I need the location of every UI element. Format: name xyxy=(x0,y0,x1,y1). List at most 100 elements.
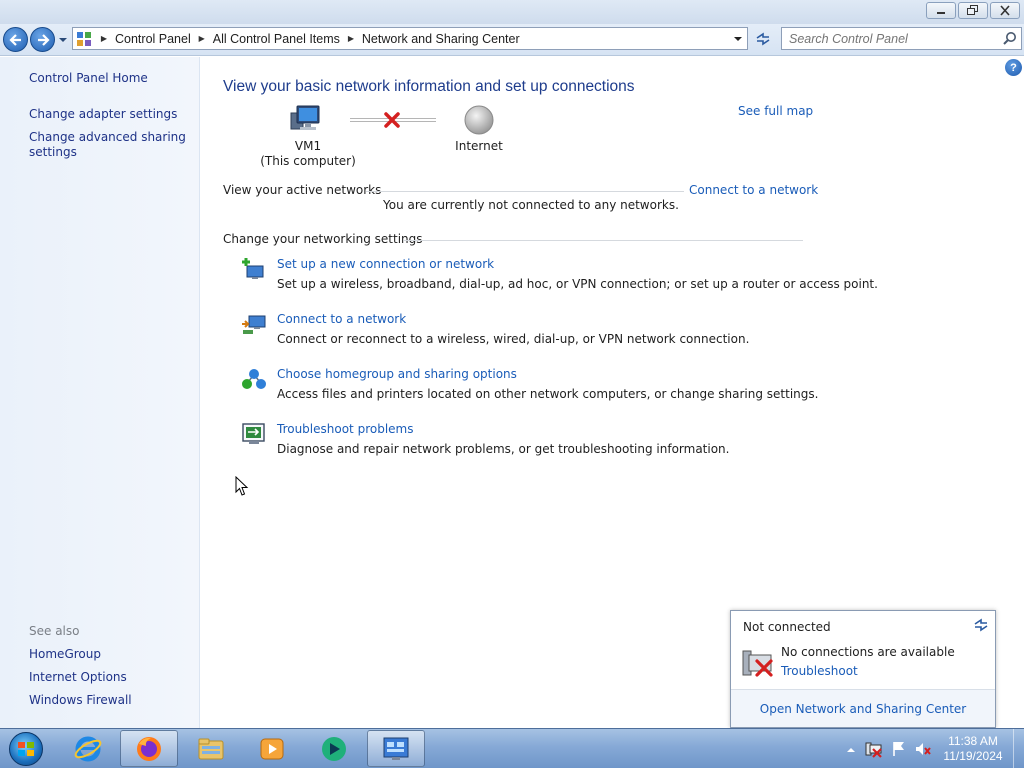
connect-to-network-link[interactable]: Connect to a network xyxy=(689,183,818,197)
help-button[interactable]: ? xyxy=(1005,59,1022,76)
title-bar xyxy=(0,0,1024,24)
refresh-icon xyxy=(756,32,769,46)
back-arrow-icon xyxy=(8,33,21,46)
homegroup-icon xyxy=(242,369,266,389)
internet-explorer-icon xyxy=(74,736,102,761)
computer-label: VM1 (This computer) xyxy=(258,139,358,169)
network-tray-icon[interactable] xyxy=(865,740,883,758)
connect-network-task-link[interactable]: Connect to a network xyxy=(277,312,406,326)
task-homegroup: Choose homegroup and sharing options Acc… xyxy=(241,367,841,407)
clock-time: 11:38 AM xyxy=(948,734,998,748)
chevron-up-icon xyxy=(847,748,855,752)
homegroup-sharing-description: Access files and printers located on oth… xyxy=(277,387,819,401)
task-troubleshoot: Troubleshoot problems Diagnose and repai… xyxy=(241,422,841,462)
active-networks-heading: View your active networks xyxy=(223,183,382,197)
restore-button[interactable] xyxy=(958,2,988,19)
address-dropdown[interactable] xyxy=(731,32,745,46)
control-panel-taskbar-button[interactable] xyxy=(367,730,425,767)
internet-explorer-taskbar-button[interactable] xyxy=(59,730,117,767)
navigation-bar: ▶ Control Panel ▶ All Control Panel Item… xyxy=(0,24,1024,56)
change-advanced-sharing-link[interactable]: Change advanced sharing settings xyxy=(29,130,189,160)
control-panel-home-link[interactable]: Control Panel Home xyxy=(29,71,189,86)
address-bar[interactable]: ▶ Control Panel ▶ All Control Panel Item… xyxy=(72,27,748,50)
internet-options-link[interactable]: Internet Options xyxy=(29,670,189,685)
homegroup-sharing-link[interactable]: Choose homegroup and sharing options xyxy=(277,367,517,381)
section-divider xyxy=(403,240,803,241)
flyout-status: Not connected xyxy=(743,620,831,634)
homegroup-link[interactable]: HomeGroup xyxy=(29,647,189,662)
windows-explorer-taskbar-button[interactable] xyxy=(182,730,240,767)
breadcrumb-separator[interactable]: ▶ xyxy=(342,34,360,43)
internet-label: Internet xyxy=(455,139,503,153)
breadcrumb-network-center[interactable]: Network and Sharing Center xyxy=(360,32,522,46)
back-button[interactable] xyxy=(3,27,28,52)
breadcrumb-separator[interactable]: ▶ xyxy=(95,34,113,43)
breadcrumb-separator[interactable]: ▶ xyxy=(193,34,211,43)
search-box xyxy=(781,27,1022,50)
page-title: View your basic network information and … xyxy=(223,78,635,95)
connect-network-icon xyxy=(242,315,266,334)
search-icon[interactable] xyxy=(1002,31,1017,49)
flyout-troubleshoot-link[interactable]: Troubleshoot xyxy=(781,664,858,678)
show-hidden-icons-button[interactable] xyxy=(846,743,856,757)
connect-network-description: Connect or reconnect to a wireless, wire… xyxy=(277,332,750,346)
mouse-pointer-icon xyxy=(235,476,249,496)
network-unavailable-icon xyxy=(742,650,773,677)
refresh-button[interactable] xyxy=(751,28,774,50)
windows-logo-icon xyxy=(9,732,43,766)
firefox-taskbar-button[interactable] xyxy=(120,730,178,767)
media-player-taskbar-button[interactable] xyxy=(243,730,301,767)
folder-icon xyxy=(198,738,224,759)
media-player-icon xyxy=(260,738,284,759)
new-connection-icon xyxy=(242,258,264,279)
restore-icon xyxy=(967,5,978,15)
show-desktop-button[interactable] xyxy=(1013,729,1024,768)
see-also-heading: See also xyxy=(29,624,80,638)
breadcrumb-all-items[interactable]: All Control Panel Items xyxy=(211,32,342,46)
minimize-icon xyxy=(937,11,945,14)
windows-live-icon xyxy=(322,736,346,761)
system-clock[interactable]: 11:38 AM 11/19/2024 xyxy=(940,734,1006,764)
task-new-connection: Set up a new connection or network Set u… xyxy=(241,257,878,297)
open-network-center-link[interactable]: Open Network and Sharing Center xyxy=(760,702,966,716)
chevron-down-icon xyxy=(59,38,67,42)
volume-muted-icon[interactable] xyxy=(914,740,932,758)
minimize-button[interactable] xyxy=(926,2,956,19)
setup-connection-description: Set up a wireless, broadband, dial-up, a… xyxy=(277,277,878,291)
troubleshoot-icon xyxy=(242,423,265,444)
setup-connection-link[interactable]: Set up a new connection or network xyxy=(277,257,494,271)
flyout-footer: Open Network and Sharing Center xyxy=(731,689,995,727)
forward-arrow-icon xyxy=(37,33,50,46)
troubleshoot-problems-description: Diagnose and repair network problems, or… xyxy=(277,442,730,456)
start-button[interactable] xyxy=(4,731,48,767)
internet-globe-icon[interactable] xyxy=(463,104,495,136)
task-connect-network: Connect to a network Connect or reconnec… xyxy=(241,312,841,352)
chevron-down-icon xyxy=(734,37,742,41)
not-connected-message: You are currently not connected to any n… xyxy=(383,198,679,212)
action-center-flag-icon[interactable] xyxy=(890,740,908,758)
no-connections-text: No connections are available xyxy=(781,645,955,659)
taskbar: 11:38 AM 11/19/2024 xyxy=(0,728,1024,768)
computer-icon[interactable] xyxy=(289,104,323,134)
see-full-map-link[interactable]: See full map xyxy=(738,104,813,118)
refresh-icon xyxy=(974,618,988,632)
change-settings-heading: Change your networking settings xyxy=(223,232,423,246)
control-panel-icon xyxy=(383,737,409,760)
computer-subtitle: (This computer) xyxy=(260,154,356,168)
recent-pages-dropdown[interactable] xyxy=(58,34,68,44)
troubleshoot-problems-link[interactable]: Troubleshoot problems xyxy=(277,422,413,436)
control-panel-icon xyxy=(73,28,95,49)
close-icon xyxy=(1000,5,1010,16)
flyout-refresh-button[interactable] xyxy=(973,617,989,636)
disconnected-x-icon[interactable] xyxy=(383,111,401,132)
windows-live-taskbar-button[interactable] xyxy=(305,730,363,767)
section-divider xyxy=(366,191,684,192)
close-button[interactable] xyxy=(990,2,1020,19)
breadcrumb-control-panel[interactable]: Control Panel xyxy=(113,32,193,46)
search-input[interactable] xyxy=(782,28,992,49)
network-flyout: Not connected No connections are availab… xyxy=(730,610,996,728)
task-pane: Control Panel Home Change adapter settin… xyxy=(0,57,200,728)
forward-button[interactable] xyxy=(30,27,55,52)
windows-firewall-link[interactable]: Windows Firewall xyxy=(29,693,189,708)
change-adapter-settings-link[interactable]: Change adapter settings xyxy=(29,107,189,122)
